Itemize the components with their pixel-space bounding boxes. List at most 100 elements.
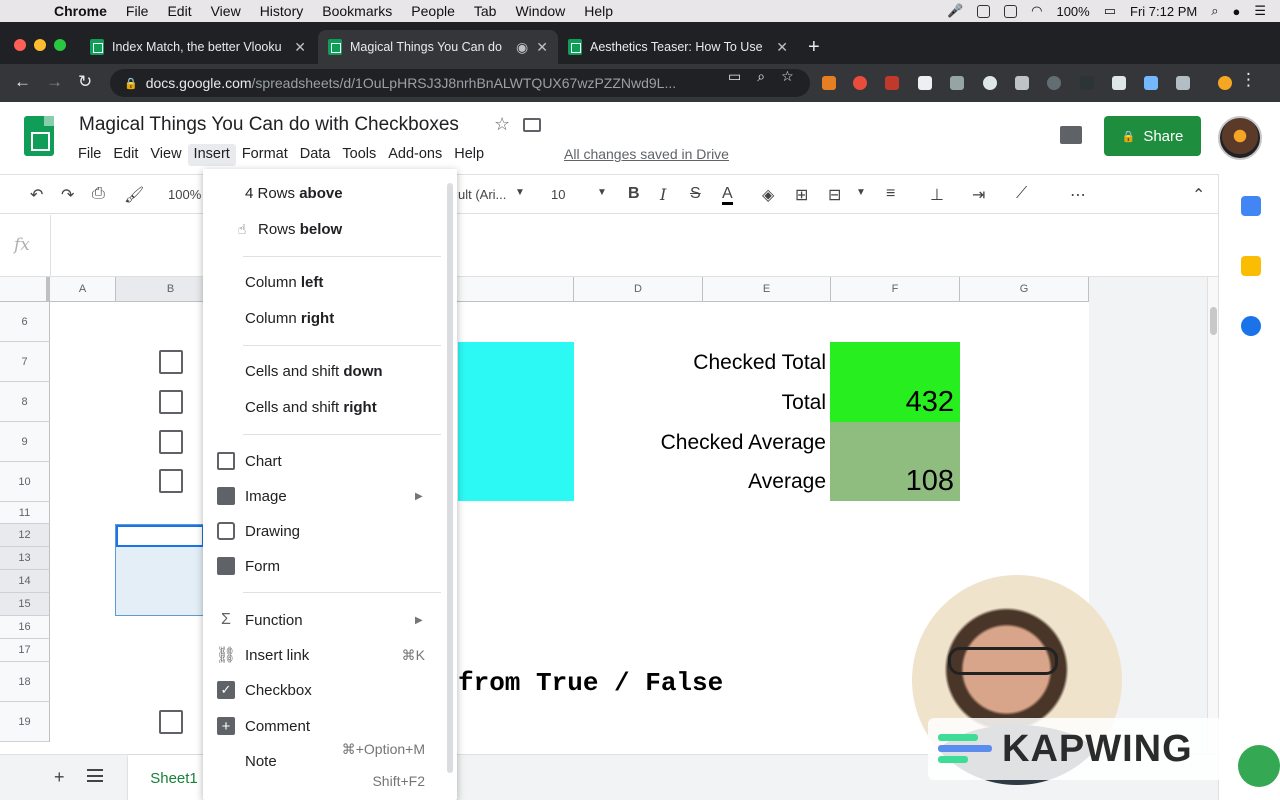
checkbox-b10[interactable] bbox=[159, 469, 183, 493]
menu-view[interactable]: View bbox=[144, 144, 187, 166]
notification-center-icon[interactable]: ☰ bbox=[1254, 3, 1266, 19]
microphone-icon[interactable]: 🎤 bbox=[947, 3, 963, 19]
menu-scrollbar[interactable] bbox=[447, 183, 453, 773]
extension-9-icon[interactable] bbox=[1080, 76, 1094, 90]
back-icon[interactable]: ← bbox=[14, 72, 31, 92]
status-grid-icon[interactable] bbox=[1004, 4, 1018, 18]
window-minimize-icon[interactable] bbox=[34, 39, 46, 51]
avatar[interactable] bbox=[1218, 116, 1262, 160]
mac-app-name[interactable]: Chrome bbox=[54, 3, 107, 19]
paint-format-icon[interactable]: 🖌 bbox=[124, 185, 144, 205]
menu-item-column-left[interactable]: Column left bbox=[203, 266, 443, 298]
menu-item-rows-below[interactable]: ☝ Rows below bbox=[203, 213, 443, 245]
size-dropdown-chevron-icon[interactable]: ▼ bbox=[597, 187, 607, 198]
vertical-align-icon[interactable]: ⊥ bbox=[930, 185, 944, 205]
row-header-19[interactable]: 19 bbox=[0, 702, 50, 742]
collapse-chevron-icon[interactable]: ⌃ bbox=[1192, 185, 1205, 205]
keep-icon[interactable] bbox=[1241, 256, 1261, 276]
row-header-16[interactable]: 16 bbox=[0, 616, 50, 639]
cell-heading-text[interactable]: from True / False bbox=[458, 668, 723, 698]
row-header-13[interactable]: 13 bbox=[0, 547, 50, 570]
spotlight-search-icon[interactable]: ⌕ bbox=[1211, 3, 1218, 19]
font-size-select[interactable]: 10 bbox=[551, 187, 565, 202]
row-header-12[interactable]: 12 bbox=[0, 524, 50, 547]
extension-8-icon[interactable] bbox=[1047, 76, 1061, 90]
mac-menu-file[interactable]: File bbox=[126, 3, 149, 19]
tasks-icon[interactable] bbox=[1241, 316, 1261, 336]
menu-tools[interactable]: Tools bbox=[336, 144, 382, 166]
extension-4-icon[interactable] bbox=[918, 76, 932, 90]
menu-help[interactable]: Help bbox=[448, 144, 490, 166]
browser-tab-index-match[interactable]: Index Match, the better Vlooku ✕ bbox=[80, 30, 316, 64]
reload-icon[interactable]: ↻ bbox=[78, 72, 92, 92]
menu-item-checkbox[interactable]: ✓ Checkbox bbox=[203, 674, 443, 706]
clock[interactable]: Fri 7:12 PM bbox=[1130, 4, 1197, 19]
battery-percent[interactable]: 100% bbox=[1056, 4, 1089, 19]
mac-menu-people[interactable]: People bbox=[411, 3, 455, 19]
cast-icon[interactable]: ▭ bbox=[728, 68, 741, 85]
checkbox-b19[interactable] bbox=[159, 710, 183, 734]
column-header-a[interactable]: A bbox=[50, 277, 116, 302]
add-sheet-button[interactable]: + bbox=[54, 767, 65, 788]
menu-item-drawing[interactable]: Drawing bbox=[203, 515, 443, 547]
row-header-6[interactable]: 6 bbox=[0, 302, 50, 342]
merge-cells-icon[interactable]: ⊟ bbox=[828, 185, 841, 205]
row-header-9[interactable]: 9 bbox=[0, 422, 50, 462]
column-header-d[interactable]: D bbox=[574, 277, 703, 302]
redo-icon[interactable]: ↷ bbox=[61, 185, 74, 205]
font-dropdown-chevron-icon[interactable]: ▼ bbox=[515, 187, 525, 198]
scrollbar-thumb[interactable] bbox=[1210, 307, 1217, 335]
browser-tab-magical-things[interactable]: Magical Things You Can do ◉ ✕ bbox=[318, 30, 558, 64]
menu-item-form[interactable]: Form bbox=[203, 550, 443, 582]
extension-2-icon[interactable] bbox=[853, 76, 867, 90]
extension-1-icon[interactable] bbox=[822, 76, 836, 90]
cell-checked-average-value[interactable] bbox=[830, 422, 960, 462]
extension-6-icon[interactable] bbox=[983, 76, 997, 90]
mac-menu-help[interactable]: Help bbox=[584, 3, 613, 19]
mac-menu-bookmarks[interactable]: Bookmarks bbox=[322, 3, 392, 19]
extension-3-icon[interactable] bbox=[885, 76, 899, 90]
column-header-g[interactable]: G bbox=[960, 277, 1089, 302]
more-options-icon[interactable]: ⋯ bbox=[1070, 185, 1086, 205]
row-header-18[interactable]: 18 bbox=[0, 662, 50, 702]
window-close-icon[interactable] bbox=[14, 39, 26, 51]
checkbox-b9[interactable] bbox=[159, 430, 183, 454]
formula-bar[interactable]: fx bbox=[0, 215, 1218, 277]
row-header-17[interactable]: 17 bbox=[0, 639, 50, 662]
menu-item-cells-shift-down[interactable]: Cells and shift down bbox=[203, 355, 443, 387]
tab-audio-icon[interactable]: ◉ bbox=[516, 39, 528, 56]
status-app-icon[interactable] bbox=[977, 4, 991, 18]
extension-10-icon[interactable] bbox=[1112, 76, 1126, 90]
cell-total-value[interactable]: 432 bbox=[830, 382, 960, 422]
row-header-7[interactable]: 7 bbox=[0, 342, 50, 382]
row-header-14[interactable]: 14 bbox=[0, 570, 50, 593]
document-title[interactable]: Magical Things You Can do with Checkboxe… bbox=[79, 114, 459, 136]
profile-icon[interactable] bbox=[1218, 76, 1232, 90]
share-button[interactable]: 🔒 Share bbox=[1104, 116, 1201, 156]
menu-item-column-right[interactable]: Column right bbox=[203, 302, 443, 334]
browser-tab-aesthetics[interactable]: Aesthetics Teaser: How To Use ✕ bbox=[558, 30, 798, 64]
calendar-icon[interactable] bbox=[1241, 196, 1261, 216]
checkbox-b8[interactable] bbox=[159, 390, 183, 414]
horizontal-align-icon[interactable]: ≡ bbox=[886, 185, 895, 203]
print-icon[interactable]: ⎙ bbox=[92, 185, 105, 203]
merge-chevron-icon[interactable]: ▼ bbox=[856, 187, 866, 198]
tab-close-icon[interactable]: ✕ bbox=[536, 39, 548, 56]
extension-11-icon[interactable] bbox=[1144, 76, 1158, 90]
column-header-e[interactable]: E bbox=[703, 277, 831, 302]
bookmark-star-icon[interactable]: ☆ bbox=[781, 68, 794, 85]
menu-item-image[interactable]: Image ▶ bbox=[203, 480, 443, 512]
cell-average-value[interactable]: 108 bbox=[830, 461, 960, 501]
address-bar[interactable]: 🔒 docs.google.com/spreadsheets/d/1OuLpHR… bbox=[110, 69, 810, 97]
zoom-select[interactable]: 100% bbox=[168, 187, 201, 202]
cell-checked-average-label[interactable]: Checked Average bbox=[661, 431, 826, 455]
battery-icon[interactable]: ▭ bbox=[1104, 3, 1116, 19]
sheets-logo-icon[interactable] bbox=[24, 116, 54, 156]
extension-12-icon[interactable] bbox=[1176, 76, 1190, 90]
wifi-icon[interactable]: ◠ bbox=[1031, 3, 1042, 19]
menu-item-function[interactable]: Σ Function ▶ bbox=[203, 604, 443, 636]
menu-data[interactable]: Data bbox=[294, 144, 337, 166]
vertical-scrollbar[interactable] bbox=[1207, 277, 1218, 754]
text-rotation-icon[interactable]: ⟋ bbox=[1016, 185, 1027, 203]
mac-menu-view[interactable]: View bbox=[211, 3, 241, 19]
